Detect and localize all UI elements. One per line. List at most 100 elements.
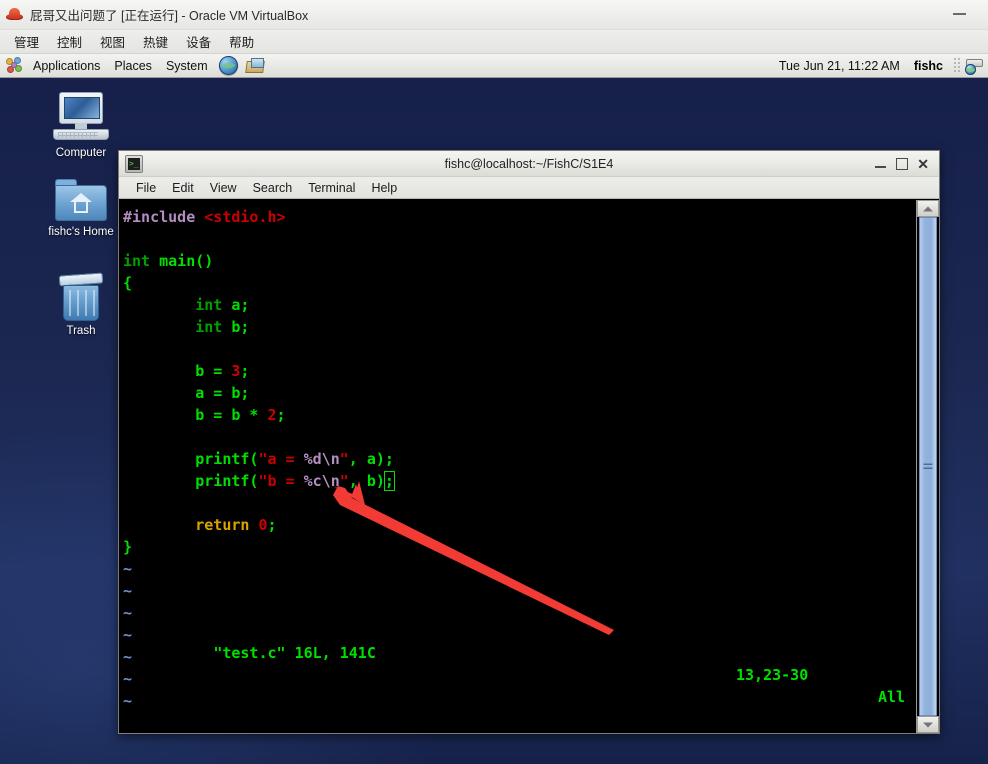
code-semicolon: ;	[240, 362, 250, 380]
code-number-2: 2	[267, 406, 277, 424]
virtualbox-titlebar: 屁哥又出问题了 [正在运行] - Oracle VM VirtualBox	[0, 0, 988, 30]
code-string-literal: "a =	[258, 450, 304, 468]
web-browser-icon[interactable]	[218, 56, 238, 75]
redhat-icon	[6, 6, 23, 23]
terminal-scrollbar[interactable]	[916, 200, 939, 733]
code-include-keyword: #include	[123, 208, 205, 226]
terminal-menu-search[interactable]: Search	[245, 180, 301, 196]
panel-clock[interactable]: Tue Jun 21, 11:22 AM	[771, 59, 908, 73]
code-close-brace: }	[123, 538, 133, 556]
scrollbar-up-button[interactable]	[917, 200, 939, 217]
trash-icon	[58, 272, 104, 322]
terminal-menu-edit[interactable]: Edit	[164, 180, 202, 196]
terminal-menu-terminal[interactable]: Terminal	[300, 180, 363, 196]
code-line-8: b = 3;	[123, 360, 916, 382]
code-line-16: }	[123, 536, 916, 558]
code-format-specifier: %c\n	[303, 472, 340, 490]
code-line-4: {	[123, 272, 916, 294]
code-assign-b: b =	[195, 362, 232, 380]
software-update-icon[interactable]	[964, 57, 984, 75]
code-string-literal-end: "	[339, 472, 349, 490]
evolution-mail-icon[interactable]	[244, 57, 266, 74]
panel-menu-system[interactable]: System	[159, 58, 215, 74]
terminal-menu-file[interactable]: File	[128, 180, 164, 196]
terminal-window-title: fishc@localhost:~/FishC/S1E4	[444, 156, 614, 171]
code-line-3: int main()	[123, 250, 916, 272]
panel-menu-applications[interactable]: Applications	[26, 58, 107, 74]
code-line-12: printf("a = %d\n", a);	[123, 448, 916, 470]
code-int-keyword: int	[123, 252, 160, 270]
terminal-app-icon	[125, 154, 143, 173]
code-format-specifier: %d\n	[303, 450, 340, 468]
code-multiply-b: b = b *	[195, 406, 268, 424]
desktop-icon-computer-label: Computer	[55, 147, 107, 159]
terminal-close-button[interactable]: ✕	[917, 157, 929, 171]
virtualbox-menubar: 管理 控制 视图 热键 设备 帮助	[0, 30, 988, 54]
code-include-header: <stdio.h>	[204, 208, 286, 226]
code-line-10: b = b * 2;	[123, 404, 916, 426]
virtualbox-window-title: 屁哥又出问题了 [正在运行] - Oracle VM VirtualBox	[30, 9, 309, 23]
desktop-icon-trash[interactable]: Trash	[33, 272, 129, 337]
vim-status-line: "test.c" 16L, 141C 13,23-30 All	[123, 620, 916, 730]
desktop-icon-home-label: fishc's Home	[48, 226, 114, 238]
desktop-icon-home[interactable]: fishc's Home	[33, 179, 129, 238]
code-line-15: return 0;	[123, 514, 916, 536]
vim-status-file: "test.c" 16L, 141C	[213, 644, 376, 662]
virtualbox-minimize-button[interactable]	[953, 13, 966, 15]
code-printf-args: , b)	[348, 472, 385, 490]
vim-cursor: ;	[383, 471, 395, 491]
code-string-literal: "b =	[258, 472, 304, 490]
code-semicolon: ;	[276, 406, 286, 424]
panel-separator-handle[interactable]	[953, 57, 960, 74]
vim-empty-line-tilde: ~	[123, 560, 133, 578]
code-return-keyword: return	[195, 516, 259, 534]
code-printf-call: printf(	[195, 472, 259, 490]
code-decl-b: b;	[231, 318, 250, 336]
code-int-keyword: int	[195, 296, 232, 314]
scrollbar-grip-icon	[923, 463, 933, 470]
terminal-titlebar[interactable]: fishc@localhost:~/FishC/S1E4 ✕	[119, 151, 939, 177]
vbox-menu-manage[interactable]: 管理	[5, 30, 48, 53]
vbox-menu-help[interactable]: 帮助	[220, 30, 263, 53]
code-number-0: 0	[258, 516, 268, 534]
code-int-keyword: int	[195, 318, 232, 336]
scrollbar-track[interactable]	[917, 217, 939, 716]
code-line-9: a = b;	[123, 382, 916, 404]
code-string-literal-end: "	[339, 450, 349, 468]
applications-icon	[6, 57, 23, 74]
terminal-menu-view[interactable]: View	[202, 180, 245, 196]
terminal-body: #include <stdio.h> int main() { int a; i…	[119, 199, 939, 733]
vbox-menu-hotkey[interactable]: 热键	[134, 30, 177, 53]
home-folder-icon	[55, 179, 107, 223]
screen-root: 屁哥又出问题了 [正在运行] - Oracle VM VirtualBox 管理…	[0, 0, 988, 764]
terminal-menubar: File Edit View Search Terminal Help	[119, 177, 939, 199]
vbox-menu-control[interactable]: 控制	[48, 30, 91, 53]
terminal-window[interactable]: fishc@localhost:~/FishC/S1E4 ✕ File Edit…	[118, 150, 940, 734]
desktop-icon-computer[interactable]: Computer	[33, 92, 129, 159]
code-line-5: int a;	[123, 294, 916, 316]
code-open-brace: {	[123, 274, 133, 292]
vbox-menu-view[interactable]: 视图	[91, 30, 134, 53]
desktop-icon-trash-label: Trash	[66, 325, 96, 337]
vim-empty-line-tilde: ~	[123, 582, 133, 600]
code-main-function: main()	[159, 252, 214, 270]
gnome-top-panel: Applications Places System Tue Jun 21, 1…	[0, 54, 988, 78]
vim-status-position: 13,23-30	[736, 666, 809, 684]
terminal-maximize-button[interactable]	[896, 158, 909, 170]
code-semicolon: ;	[267, 516, 277, 534]
terminal-menu-help[interactable]: Help	[363, 180, 405, 196]
vim-status-scroll: All	[878, 688, 906, 706]
panel-menu-places[interactable]: Places	[107, 58, 159, 74]
panel-username[interactable]: fishc	[908, 59, 949, 73]
scrollbar-thumb[interactable]	[919, 217, 937, 716]
code-line-6: int b;	[123, 316, 916, 338]
code-assign-a: a = b;	[195, 384, 250, 402]
computer-icon	[53, 92, 109, 144]
terminal-minimize-button[interactable]	[875, 158, 887, 170]
vbox-menu-devices[interactable]: 设备	[177, 30, 220, 53]
scrollbar-down-button[interactable]	[917, 716, 939, 733]
vim-editor-area[interactable]: #include <stdio.h> int main() { int a; i…	[119, 200, 916, 733]
